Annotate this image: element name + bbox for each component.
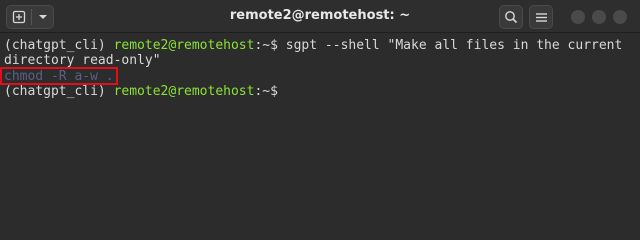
prompt-user-host: remote2@remotehost: [113, 38, 255, 53]
menu-button[interactable]: [529, 5, 553, 29]
highlight-annotation-box: [0, 67, 118, 85]
terminal-line: directory read-only": [4, 53, 161, 68]
close-button[interactable]: [613, 10, 627, 24]
prompt-path: :~$: [254, 38, 286, 53]
env-name: (chatgpt_cli): [4, 84, 114, 99]
terminal-line: (chatgpt_cli) remote2@remotehost:~$ sgpt…: [4, 38, 622, 53]
terminal-line: (chatgpt_cli) remote2@remotehost:~$: [4, 84, 286, 99]
search-button[interactable]: [499, 5, 523, 29]
title-bar: remote2@remotehost: ~: [0, 0, 640, 33]
command-text: sgpt --shell "Make all files in the curr…: [285, 38, 623, 53]
prompt-path: :~$: [254, 84, 286, 99]
terminal-content[interactable]: (chatgpt_cli) remote2@remotehost:~$ sgpt…: [0, 34, 640, 221]
hamburger-menu-icon: [536, 13, 547, 22]
maximize-button[interactable]: [592, 10, 606, 24]
minimize-button[interactable]: [571, 10, 585, 24]
search-icon: [505, 11, 518, 24]
terminal-window: remote2@remotehost: ~ (chatgpt_cli) remo…: [0, 0, 640, 221]
env-name: (chatgpt_cli): [4, 38, 114, 53]
prompt-user-host: remote2@remotehost: [113, 84, 255, 99]
command-continuation: directory read-only": [4, 53, 161, 68]
